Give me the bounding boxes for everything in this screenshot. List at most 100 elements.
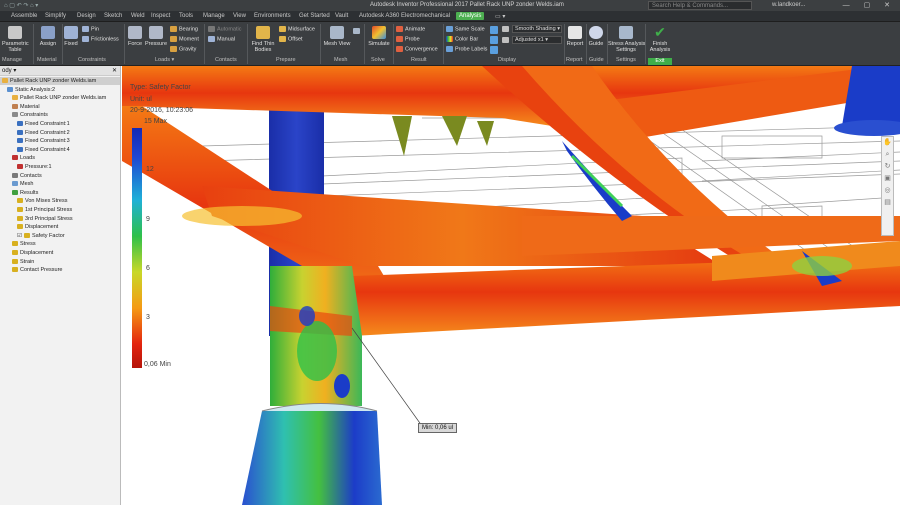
display-toggle-a[interactable] [490,26,500,34]
browser-node[interactable]: Material [12,103,40,111]
browser-title[interactable]: ody ▾ [2,68,16,74]
help-search-input[interactable]: Search Help & Commands... [648,1,752,10]
probe-button[interactable]: Probe [396,36,420,43]
display-toggle-b[interactable] [490,36,500,44]
min-probe-label[interactable]: Min: 0,06 ul [418,423,458,433]
checkbox-icon[interactable]: ☑ [17,233,22,239]
tab-[interactable]: ▭ ▾ [492,12,508,21]
tab-electromechanical[interactable]: Electromechanical [398,12,453,20]
tab-autodesk-a360[interactable]: Autodesk A360 [356,12,402,20]
group-constraints: Constraints [78,57,106,63]
browser-node[interactable]: 1st Principal Stress [17,206,72,214]
browser-node[interactable]: Contacts [12,172,42,180]
browser-node[interactable]: Displacement [17,223,58,231]
animate-button[interactable]: Animate [396,26,425,33]
browser-node[interactable]: Loads [12,154,35,162]
browser-node[interactable]: Fixed Constraint:4 [17,146,70,154]
tab-assemble[interactable]: Assemble [8,12,40,20]
graphics-viewport[interactable]: Type: Safety Factor Unit: ul 20-9-2016, … [122,66,900,505]
browser-node-label: Mesh [20,181,34,188]
browser-node[interactable]: Strain [12,258,34,266]
displacement-scale-dropdown[interactable]: Adjusted x1 ▾ [512,36,562,44]
browser-node[interactable]: Displacement [12,249,53,257]
orbit-icon[interactable]: ↻ [882,161,893,173]
browser-node[interactable]: Pallet Rack UNP zonder Welds.iam [0,77,120,85]
pin-constraint-button[interactable]: Pin [82,26,99,33]
ribbon-divider [393,24,394,64]
node-icon [12,189,18,195]
browser-node[interactable]: Static Analysis:2 [7,86,55,94]
moment-button[interactable]: Moment [170,36,199,43]
browser-node[interactable]: 3rd Principal Stress [17,215,73,223]
tab-vault[interactable]: Vault [332,12,351,20]
finish-analysis-button[interactable]: ✔ Finish Analysis [648,25,672,53]
full-navigation-wheel-icon[interactable]: ▤ [882,197,893,209]
group-mesh: Mesh [334,57,348,63]
node-icon [17,215,23,221]
frictionless-constraint-button[interactable]: Frictionless [82,36,119,43]
browser-node[interactable]: Constraints [12,111,48,119]
tab-weld[interactable]: Weld [128,12,148,20]
browser-node[interactable]: Fixed Constraint:2 [17,129,70,137]
parametric-table-button[interactable]: Parametric Table [2,26,29,53]
browser-node[interactable]: Von Mises Stress [17,197,68,205]
tab-manage[interactable]: Manage [200,12,228,20]
report-button[interactable]: Report [566,26,584,47]
simulate-button[interactable]: Simulate [366,26,392,47]
group-result: Result [411,57,427,63]
tab-environments[interactable]: Environments [251,12,294,20]
browser-node[interactable]: Contact Pressure [12,266,63,274]
browser-node-label: Constraints [20,112,48,119]
animate-icon [396,26,403,32]
stress-analysis-settings-button[interactable]: Stress Analysis Settings [608,26,645,53]
mesh-settings-button[interactable] [353,28,362,35]
look-at-icon[interactable]: ◎ [882,185,893,197]
tab-sketch[interactable]: Sketch [101,12,125,20]
manual-contacts-button[interactable]: Manual [208,36,235,43]
probe-labels-button[interactable]: Probe Labels [446,46,487,53]
assign-material-button[interactable]: Assign [36,26,60,47]
automatic-contacts-button[interactable]: Automatic [208,26,241,33]
zoom-icon[interactable]: ⌕ [882,149,893,161]
tab-analysis[interactable]: Analysis [456,12,485,20]
offset-button[interactable]: Offset [279,36,303,43]
browser-node[interactable]: Pressure:1 [17,163,52,171]
tab-simplify[interactable]: Simplify [42,12,69,20]
find-thin-bodies-button[interactable]: Find Thin Bodies [249,26,277,53]
close-icon[interactable]: ✕ [112,66,117,76]
user-account[interactable]: w.landkoer... [772,2,805,8]
pressure-button[interactable]: Pressure [145,26,167,47]
tab-tools[interactable]: Tools [176,12,196,20]
bearing-button[interactable]: Bearing [170,26,198,33]
tab-design[interactable]: Design [74,12,99,20]
tab-view[interactable]: View [230,12,249,20]
ribbon-tabs: Assemble Simplify Design Sketch Weld Inspect T… [0,11,900,22]
browser-node[interactable]: Fixed Constraint:1 [17,120,70,128]
tab-get-started[interactable]: Get Started [296,12,333,20]
browser-node[interactable]: Mesh [12,180,33,188]
quick-access-toolbar[interactable]: ⌂ ▢ ↶ ↷ ⌂ ▾ [4,2,38,9]
parametric-table-label: Parametric Table [2,41,29,53]
color-bar-button[interactable]: Color Bar [446,36,478,43]
shading-dropdown[interactable]: Smooth Shading ▾ [512,25,562,33]
window-controls[interactable]: — ▢ ✕ [843,1,896,9]
browser-node[interactable]: ☑ Safety Factor [17,232,65,240]
display-toggle-c[interactable] [490,46,500,54]
guide-button[interactable]: Guide [587,26,605,47]
fixed-constraint-button[interactable]: Fixed [63,26,79,47]
view-face-icon[interactable]: ▣ [882,173,893,185]
convergence-button[interactable]: Convergence [396,46,438,53]
browser-node[interactable]: Results [12,189,38,197]
mesh-view-button[interactable]: Mesh View [322,26,352,47]
browser-node-label: Displacement [20,250,54,256]
midsurface-button[interactable]: Midsurface [279,26,315,33]
browser-node[interactable]: Stress [12,240,36,248]
browser-node[interactable]: Fixed Constraint:3 [17,137,70,145]
gravity-button[interactable]: Gravity [170,46,196,53]
same-scale-button[interactable]: Same Scale [446,26,485,33]
force-button[interactable]: Force [126,26,144,47]
legend-tick-6: 6 [146,265,150,272]
pan-icon[interactable]: ✋ [882,137,893,149]
tab-inspect[interactable]: Inspect [148,12,173,20]
browser-node[interactable]: Pallet Rack UNP zonder Welds.iam [12,94,106,102]
